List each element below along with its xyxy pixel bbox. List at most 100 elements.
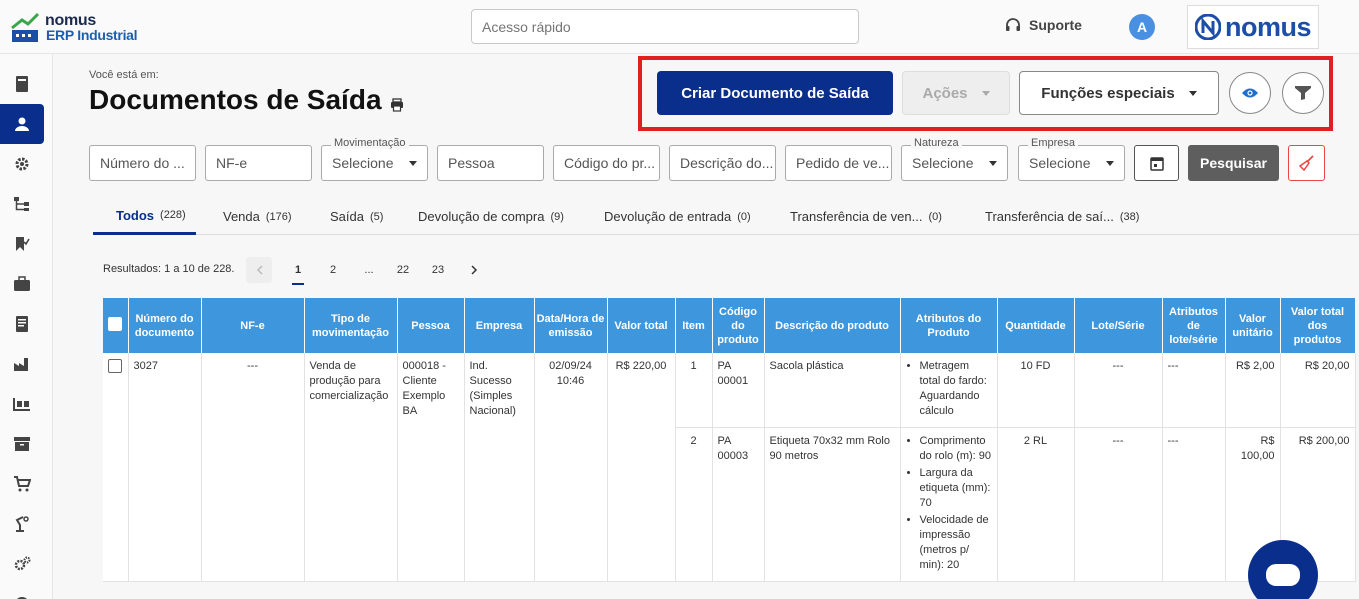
tab-saida[interactable]: Saída (5) [330,198,383,235]
next-page-button[interactable] [461,257,487,283]
view-columns-button[interactable] [1229,72,1271,114]
tabs: Todos (228) Venda (176) Saída (5) Devolução… [93,198,1359,235]
sidebar-item-book[interactable] [0,64,44,104]
tab-count: (9) [550,210,564,223]
sidebar-item-finance[interactable] [0,584,44,599]
column-header[interactable]: Atributos do Produto [900,298,998,353]
cart-icon [14,476,31,492]
tab-count: (228) [160,209,186,221]
column-header[interactable]: Data/Hora de emissão [534,298,608,353]
page-button[interactable]: 2 [320,257,346,283]
column-header[interactable]: NF-e [201,298,305,353]
column-header[interactable]: Quantidade [997,298,1075,353]
sidebar-item-config[interactable] [0,544,44,584]
column-header[interactable]: Valor unitário [1225,298,1281,353]
column-header[interactable]: Pessoa [397,298,465,353]
products-total-cell: R$ 20,00 [1280,353,1356,428]
tab-devolucao-entrada[interactable]: Devolução de entrada (0) [604,198,751,235]
column-header[interactable]: Atributos de lote/série [1162,298,1226,353]
column-header[interactable]: Valor total [607,298,676,353]
product-attributes-cell: Metragem total do fardo: Aguardando cálc… [900,353,998,428]
row-checkbox[interactable] [108,359,122,373]
attribute-item: Velocidade de impressão (metros p/ min):… [920,513,992,573]
sidebar-item-tasks[interactable] [0,224,44,264]
company-value: Selecione [1029,155,1091,171]
movement-type-label: Movimentação [331,137,409,149]
column-header[interactable]: Empresa [464,298,535,353]
hierarchy-icon [14,197,29,211]
special-functions-dropdown[interactable]: Funções especiais [1019,71,1219,115]
column-header[interactable]: Código do produto [712,298,765,353]
sidebar-item-documents[interactable] [0,304,44,344]
company-brand: nomus [1187,5,1319,49]
filter-button[interactable] [1282,72,1324,114]
sidebar-item-structure[interactable] [0,184,44,224]
company-label: Empresa [1028,137,1079,149]
nature-label: Natureza [911,137,962,149]
quantity-cell: 2 RL [997,427,1075,582]
sidebar-item-inventory[interactable] [0,424,44,464]
column-header[interactable]: Valor total dos produtos [1280,298,1356,353]
page-button[interactable]: 1 [285,257,311,285]
bookmark-check-icon [16,237,30,251]
column-header[interactable]: Item [675,298,713,353]
sidebar-item-logistics[interactable] [0,384,44,424]
app-logo[interactable]: nomus ERP Industrial [10,10,140,46]
clear-filters-button[interactable] [1288,145,1325,181]
brand-text: nomus [1224,11,1312,42]
sales-order-filter[interactable]: Pedido de ve... [785,145,892,181]
item-number-cell: 1 [675,353,713,428]
product-code-filter[interactable]: Código do pr... [553,145,660,181]
page-button[interactable]: 22 [390,257,416,283]
print-icon[interactable] [390,98,404,112]
quick-access-input[interactable] [471,9,859,44]
document-number-cell[interactable]: 3027 [128,353,202,582]
tab-todos[interactable]: Todos (228) [93,198,196,235]
page-button[interactable]: 23 [425,257,451,283]
page-ellipsis: ... [364,264,374,276]
select-all-checkbox[interactable] [108,316,123,331]
person-placeholder: Pessoa [448,155,495,171]
create-document-button[interactable]: Criar Documento de Saída [657,71,893,115]
broom-icon [1298,155,1314,171]
sidebar-item-engineering[interactable] [0,504,44,544]
date-filter-button[interactable] [1134,145,1179,181]
tab-devolucao-compra[interactable]: Devolução de compra (9) [418,198,564,235]
sidebar-item-user[interactable] [0,104,44,144]
quantity-cell: 10 FD [997,353,1075,428]
table-row[interactable]: 3027 --- Venda de produção para comercia… [103,353,1356,582]
company-select[interactable]: Empresa Selecione [1018,137,1125,181]
sidebar-item-purchases[interactable] [0,464,44,504]
column-header[interactable]: Lote/Série [1074,298,1163,353]
movement-type-select[interactable]: Movimentação Selecione [321,137,428,181]
support-label: Suporte [1029,17,1082,33]
breadcrumb: Você está em: [89,69,159,81]
tab-transferencia-saida[interactable]: Transferência de saí... (38) [985,198,1139,235]
sidebar-item-business[interactable] [0,264,44,304]
nfe-filter[interactable]: NF-e [205,145,312,181]
column-header[interactable]: Número do documento [128,298,202,353]
tab-count: (38) [1119,210,1140,223]
actions-dropdown[interactable]: Ações [902,71,1010,115]
column-header[interactable]: Tipo de movimentação [304,298,398,353]
row-select-cell[interactable] [103,353,129,582]
item-number-cell: 2 [675,427,713,582]
nature-select[interactable]: Natureza Selecione [901,137,1008,181]
column-header[interactable]: Descrição do produto [764,298,901,353]
select-all-header[interactable] [103,298,129,353]
user-avatar[interactable]: A [1129,14,1155,40]
support-link[interactable]: Suporte [1005,17,1082,33]
prev-page-button[interactable] [246,257,272,283]
tab-venda[interactable]: Venda (176) [223,198,292,235]
search-button[interactable]: Pesquisar [1188,145,1279,181]
lot-attributes-cell: --- [1162,353,1226,428]
sidebar-item-production[interactable] [0,344,44,384]
issue-date-cell: 02/09/24 10:46 [534,353,608,582]
sidebar-item-settings[interactable] [0,144,44,184]
tab-transferencia-venda[interactable]: Transferência de ven... (0) [790,198,942,235]
document-number-filter[interactable]: Número do ... [89,145,196,181]
tab-count: (0) [928,210,942,223]
product-description-filter[interactable]: Descrição do... [669,145,776,181]
nature-value: Selecione [912,155,974,171]
person-filter[interactable]: Pessoa [437,145,544,181]
